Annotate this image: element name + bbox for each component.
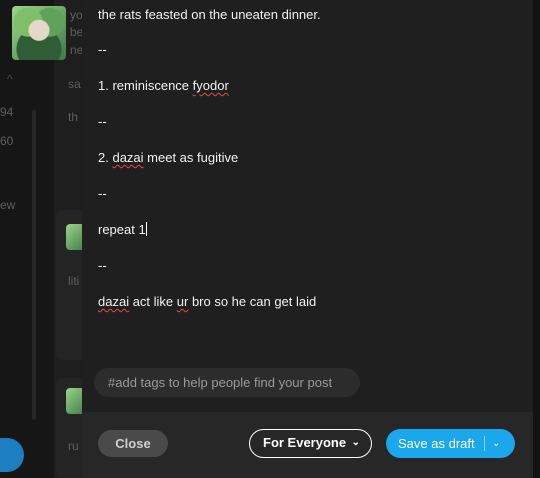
avatar[interactable]	[12, 6, 66, 60]
editor-line[interactable]: repeat 1	[98, 222, 147, 238]
editor-line[interactable]: 1. reminiscence fyodor	[98, 78, 229, 94]
feed-snippet: sa	[68, 77, 81, 91]
editor-line[interactable]: --	[98, 114, 107, 130]
line-text: meet as fugitive	[143, 150, 239, 165]
editor-line[interactable]: --	[98, 258, 107, 274]
text-caret	[145, 222, 147, 236]
feed-snippet: th	[68, 110, 79, 124]
close-button[interactable]: Close	[98, 430, 168, 457]
line-text: 1. reminiscence	[98, 78, 193, 93]
line-text: the rats feasted on the uneaten dinner.	[98, 7, 321, 22]
audience-label: For Everyone	[263, 435, 347, 450]
save-draft-button[interactable]: Save as draft ⌄	[386, 429, 515, 458]
editor-footer: Close For Everyone ⌄ Save as draft ⌄	[82, 412, 533, 478]
save-draft-label: Save as draft	[398, 436, 475, 451]
line-text: repeat 1	[98, 222, 146, 237]
feed-snippet: yo	[70, 8, 83, 22]
divider	[484, 436, 485, 451]
line-text: act like	[129, 294, 177, 309]
background-scrollbar[interactable]	[32, 110, 36, 420]
line-text: 2.	[98, 150, 113, 165]
line-text: --	[98, 186, 107, 201]
feed-snippet: liti	[68, 274, 80, 288]
view-label: ew	[0, 198, 16, 212]
chevron-up-icon[interactable]: ^	[7, 72, 13, 86]
editor-line[interactable]: dazai act like ur bro so he can get laid	[98, 294, 316, 310]
tags-input[interactable]: #add tags to help people find your post	[94, 368, 360, 397]
line-text: --	[98, 114, 107, 129]
line-text: --	[98, 258, 107, 273]
editor-line[interactable]: 2. dazai meet as fugitive	[98, 150, 238, 166]
misspelled-word: dazai	[98, 294, 130, 309]
count-text: 60	[0, 134, 14, 148]
audience-dropdown[interactable]: For Everyone ⌄	[249, 429, 372, 458]
count-text: 94	[0, 105, 14, 119]
line-text: --	[98, 42, 107, 57]
line-text: bro so he can get laid	[188, 294, 317, 309]
editor-line[interactable]: the rats feasted on the uneaten dinner.	[98, 7, 321, 23]
misspelled-word: ur	[176, 294, 189, 309]
feed-snippet: ru	[68, 439, 79, 453]
chevron-down-icon[interactable]: ⌄	[492, 429, 500, 458]
editor-line[interactable]: --	[98, 186, 107, 202]
editor-line[interactable]: --	[98, 42, 107, 58]
chevron-down-icon: ⌄	[351, 437, 360, 448]
misspelled-word: dazai	[112, 150, 144, 165]
post-editor-modal: the rats feasted on the uneaten dinner. -…	[82, 0, 533, 478]
misspelled-word: fyodor	[192, 78, 229, 93]
